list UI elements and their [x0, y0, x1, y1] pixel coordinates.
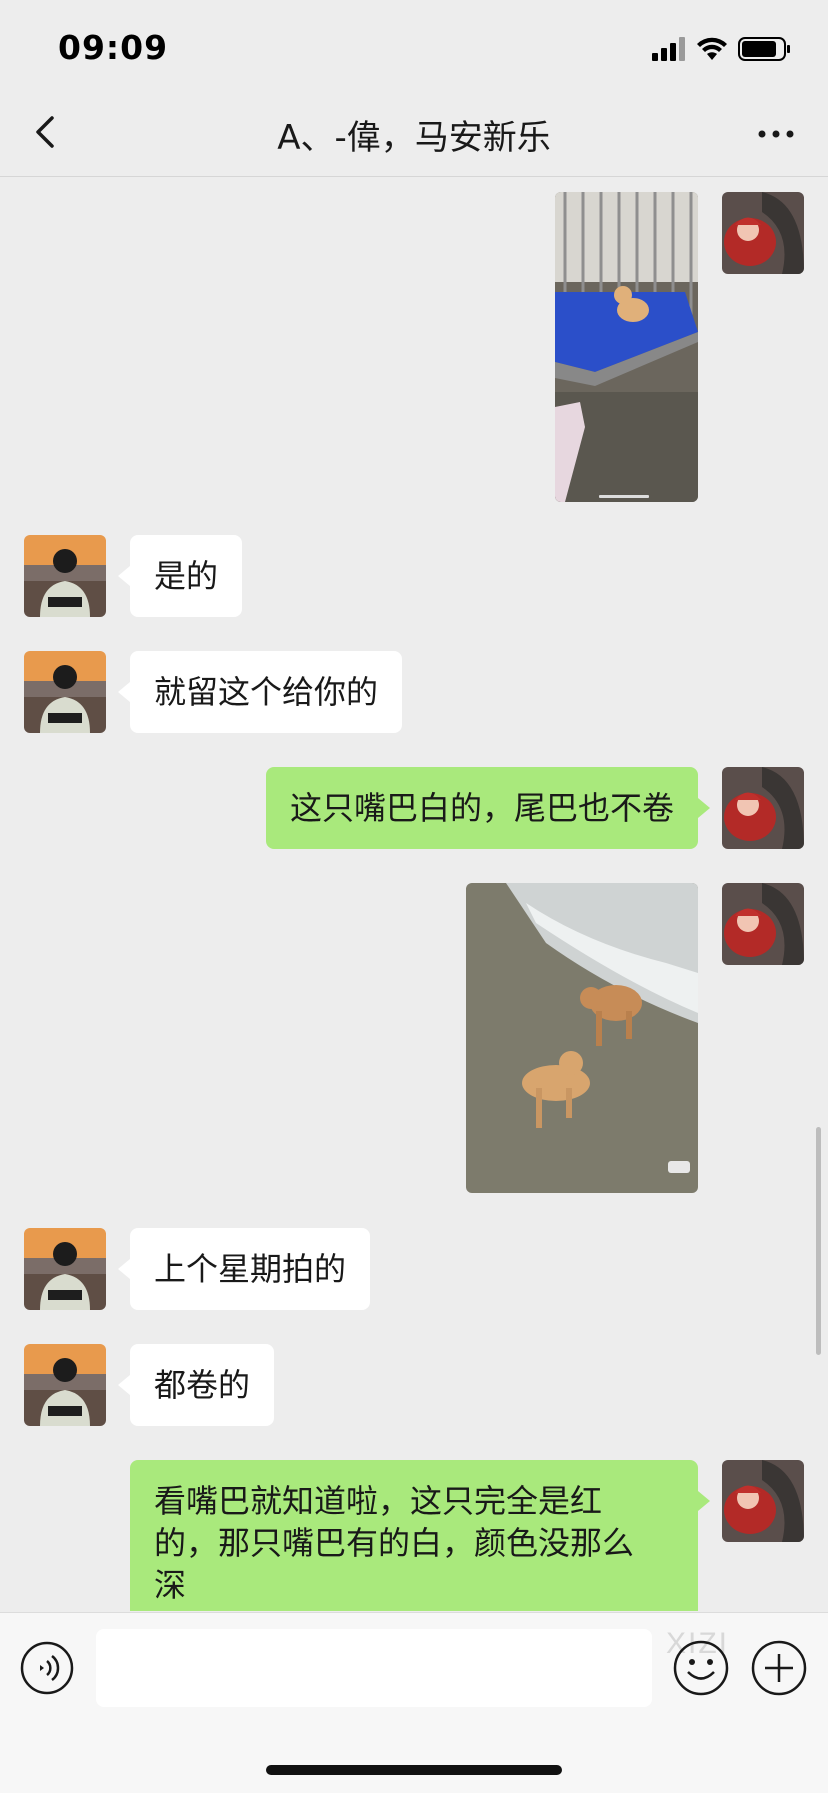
- message-image[interactable]: [555, 192, 698, 502]
- bubble-tail: [118, 1375, 130, 1395]
- contact-avatar[interactable]: [24, 651, 106, 733]
- avatar-image-me: [722, 767, 804, 849]
- status-time: 09:09: [58, 28, 169, 67]
- chat-title: A、-偉，马安新乐: [277, 118, 551, 158]
- message-list[interactable]: 是的 就留这个给你的 这只嘴巴白的，尾巴也不卷 上个星期拍的 都卷的 看嘴巴就知…: [0, 177, 828, 1611]
- message-bubble[interactable]: 这只嘴巴白的，尾巴也不卷: [265, 767, 698, 849]
- input-bar: XIZI: [0, 1612, 828, 1793]
- status-icons: [652, 36, 792, 62]
- wifi-icon: [697, 37, 727, 60]
- my-avatar[interactable]: [722, 192, 804, 274]
- chat-scrollbar[interactable]: [816, 1127, 821, 1355]
- message-bubble[interactable]: 是的: [130, 535, 243, 617]
- bubble-tail: [118, 682, 130, 702]
- bubble-tail: [698, 798, 710, 818]
- status-bar: 09:09: [0, 0, 828, 92]
- message-bubble[interactable]: 就留这个给你的: [130, 651, 403, 733]
- emoji-icon[interactable]: [672, 1639, 730, 1697]
- battery-icon: [738, 37, 790, 61]
- voice-icon[interactable]: [20, 1641, 74, 1695]
- message-image[interactable]: [466, 883, 698, 1193]
- message-text-line: 深: [154, 1566, 187, 1604]
- my-avatar[interactable]: [722, 1460, 804, 1542]
- message-text: 这只嘴巴白的，尾巴也不卷: [289, 789, 674, 827]
- my-avatar[interactable]: [722, 883, 804, 965]
- contact-avatar[interactable]: [24, 535, 106, 617]
- avatar-image-me: [722, 883, 804, 965]
- message-bubble[interactable]: 都卷的: [130, 1344, 275, 1426]
- message-text: 就留这个给你的: [154, 673, 379, 711]
- puppy-photo: [555, 192, 698, 502]
- avatar-image-contact: [24, 1344, 106, 1426]
- message-text-line: 的，那只嘴巴有的白，颜色没那么: [154, 1524, 635, 1562]
- more-dots-icon[interactable]: [754, 112, 798, 156]
- message-text: 是的: [154, 557, 219, 595]
- message-text: 上个星期拍的: [154, 1250, 347, 1288]
- contact-avatar[interactable]: [24, 1228, 106, 1310]
- avatar-image-me: [722, 1460, 804, 1542]
- avatar-image-contact: [24, 535, 106, 617]
- avatar-image-me: [722, 192, 804, 274]
- plus-icon[interactable]: [750, 1639, 808, 1697]
- bubble-tail: [118, 566, 130, 586]
- my-avatar[interactable]: [722, 767, 804, 849]
- bubble-tail: [698, 1491, 710, 1511]
- contact-avatar[interactable]: [24, 1344, 106, 1426]
- chat-header: A、-偉，马安新乐: [0, 92, 828, 177]
- avatar-image-contact: [24, 651, 106, 733]
- avatar-image-contact: [24, 1228, 106, 1310]
- message-bubble[interactable]: 看嘴巴就知道啦，这只完全是红 的，那只嘴巴有的白，颜色没那么 深: [130, 1460, 698, 1611]
- cellular-signal-icon: [652, 37, 685, 61]
- message-bubble[interactable]: 上个星期拍的: [130, 1228, 371, 1310]
- message-input[interactable]: [96, 1629, 652, 1707]
- message-text: 都卷的: [154, 1366, 251, 1404]
- puppies-photo: [466, 883, 698, 1193]
- home-indicator[interactable]: [266, 1765, 562, 1775]
- bubble-tail: [118, 1259, 130, 1279]
- message-text-line: 看嘴巴就知道啦，这只完全是红: [154, 1482, 603, 1520]
